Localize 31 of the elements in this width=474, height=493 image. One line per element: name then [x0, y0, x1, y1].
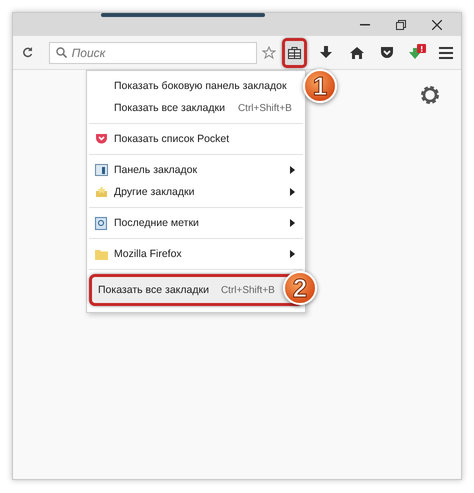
- home-icon[interactable]: [350, 46, 364, 58]
- restore-icon[interactable]: [396, 20, 406, 30]
- submenu-arrow-icon: [290, 250, 295, 258]
- submenu-arrow-icon: [290, 188, 295, 196]
- pocket-icon: [95, 133, 108, 145]
- submenu-arrow-icon: [290, 166, 295, 174]
- search-field[interactable]: Поиск: [48, 42, 257, 64]
- menu-item[interactable]: Последние метки: [87, 212, 305, 234]
- bookmarks-menu-button[interactable]: [282, 38, 307, 68]
- download-icon[interactable]: [320, 46, 332, 60]
- submenu-arrow-icon: [290, 219, 295, 227]
- menu-item[interactable]: Показать все закладки Ctrl+Shift+B: [87, 97, 305, 119]
- star-folder-icon: [95, 186, 108, 198]
- menu-item[interactable]: Показать боковую панель закладок: [87, 75, 305, 97]
- minimize-icon[interactable]: [360, 24, 370, 26]
- star-icon[interactable]: [262, 46, 276, 60]
- menu-item[interactable]: Другие закладки: [87, 181, 305, 203]
- menu-item[interactable]: Панель закладок: [87, 159, 305, 181]
- clipboard-icon: [288, 46, 302, 58]
- addon-alert-icon[interactable]: [406, 44, 427, 62]
- menu-item[interactable]: Показать список Pocket: [87, 128, 305, 150]
- settings-icon[interactable]: [419, 84, 441, 106]
- folder-icon: [95, 248, 108, 260]
- menu-item[interactable]: Mozilla Firefox: [87, 243, 305, 265]
- reload-icon[interactable]: [22, 47, 34, 58]
- search-icon: [56, 46, 67, 58]
- close-icon[interactable]: [432, 20, 442, 30]
- bookmark-toolbar-icon: [95, 164, 108, 176]
- tag-list-icon: [95, 216, 107, 230]
- menu-icon[interactable]: [439, 46, 454, 58]
- pocket-icon[interactable]: [380, 46, 394, 58]
